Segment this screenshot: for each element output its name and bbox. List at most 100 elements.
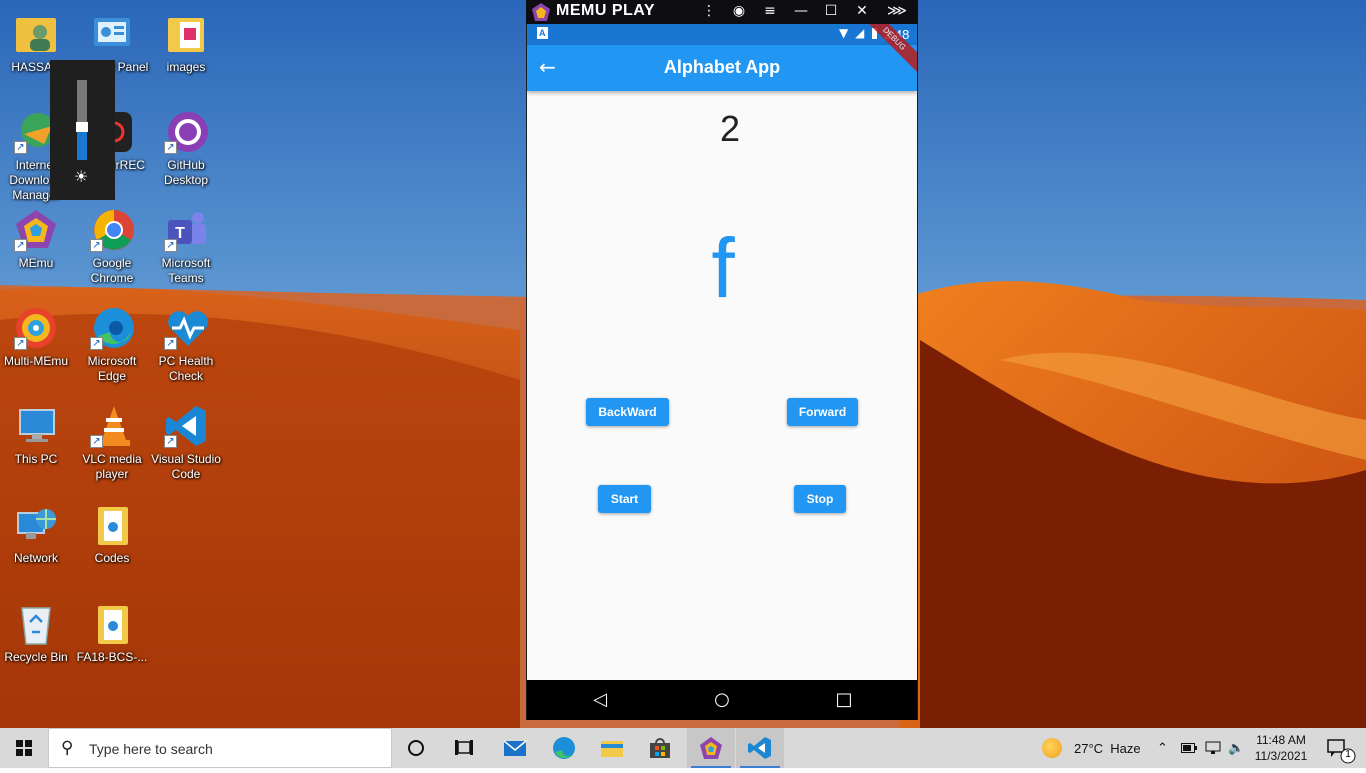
taskbar-memu[interactable] <box>687 728 735 768</box>
teams-icon: T ↗ <box>164 208 208 252</box>
memu-menu-icon[interactable]: ⋮ <box>694 0 724 24</box>
memu-titlebar: MEMU PLAY ⋮ ◉ ≡ — ☐ ✕ ⋙ <box>526 0 918 24</box>
desktop-icon-label: This PC <box>14 452 58 466</box>
memu-icon <box>700 737 722 759</box>
wifi-icon: ▼ <box>839 26 849 40</box>
stop-button[interactable]: Stop <box>794 485 846 513</box>
taskbar-clock[interactable]: 11:48 AM 11/3/2021 <box>1246 732 1316 764</box>
clock-date: 11/3/2021 <box>1254 749 1308 763</box>
store-icon <box>650 738 670 758</box>
desktop-icon-label: Recycle Bin <box>4 650 68 664</box>
desktop-icon-edge[interactable]: ↗ Microsoft Edge <box>76 300 148 390</box>
nav-home-icon[interactable]: ○ <box>697 680 747 720</box>
desktop-icon-pc-health-check[interactable]: ↗ PC Health Check <box>150 300 222 390</box>
show-hidden-icons-button[interactable]: ⌃ <box>1157 728 1168 768</box>
desktop-icon-label: VLC media player <box>82 452 142 481</box>
recycle-bin-icon <box>14 602 58 646</box>
taskbar-store[interactable] <box>636 728 684 768</box>
desktop-icon-multi-memu[interactable]: ↗ Multi-MEmu <box>0 300 72 390</box>
search-placeholder: Type here to search <box>89 741 213 757</box>
desktop-icon-label: Codes <box>94 551 130 565</box>
shortcut-arrow-icon: ↗ <box>14 239 27 252</box>
desktop-icon-codes[interactable]: Codes <box>76 497 148 587</box>
desktop-icon-label: Microsoft Edge <box>87 354 137 383</box>
task-view-icon <box>455 740 473 755</box>
control-panel-icon <box>90 12 134 56</box>
vscode-icon: ↗ <box>164 404 208 448</box>
edge-icon <box>553 737 575 759</box>
multi-memu-icon: ↗ <box>14 306 58 350</box>
notification-icon: A <box>537 27 548 39</box>
desktop-icon-label: Google Chrome <box>90 256 134 285</box>
shortcut-arrow-icon: ↗ <box>14 141 27 154</box>
network-icon <box>14 503 58 547</box>
taskbar: ⚲ Type here to search 27°C Haze ⌃ 🔈 11:4… <box>0 728 1366 768</box>
taskbar-search-box[interactable]: ⚲ Type here to search <box>48 728 392 768</box>
desktop-icon-teams[interactable]: T ↗ Microsoft Teams <box>150 202 222 292</box>
start-button[interactable] <box>0 728 48 768</box>
brightness-slider-thumb[interactable] <box>76 122 88 132</box>
weather-text: 27°C Haze <box>1074 740 1141 756</box>
desktop-icon-label: Visual Studio Code <box>151 452 221 481</box>
chrome-icon: ↗ <box>90 208 134 252</box>
desktop-icon-vlc[interactable]: ↗ VLC media player <box>76 398 148 488</box>
desktop-icon-chrome[interactable]: ↗ Google Chrome <box>76 202 148 292</box>
forward-button[interactable]: Forward <box>787 398 858 426</box>
desktop-icon-recycle-bin[interactable]: Recycle Bin <box>0 596 72 686</box>
close-button[interactable]: ✕ <box>847 0 877 24</box>
brightness-slider[interactable] <box>76 80 88 160</box>
desktop-icon-label: PC Health Check <box>158 354 214 383</box>
app-bar: ← Alphabet App <box>527 45 917 91</box>
volume-muted-icon[interactable]: 🔈 <box>1228 728 1244 768</box>
desktop-icon-label: Microsoft Teams <box>161 256 211 285</box>
desktop-icon-vscode[interactable]: ↗ Visual Studio Code <box>150 398 222 488</box>
minimize-button[interactable]: — <box>786 0 816 24</box>
shortcut-arrow-icon: ↗ <box>164 435 177 448</box>
signal-icon: ◢ <box>855 26 865 40</box>
action-center-button[interactable]: 1 <box>1320 728 1366 768</box>
user-folder-icon <box>14 12 58 56</box>
weather-widget[interactable]: 27°C Haze <box>1042 728 1141 768</box>
github-icon: ↗ <box>164 110 208 154</box>
taskbar-vscode[interactable] <box>736 728 784 768</box>
taskbar-edge[interactable] <box>540 728 588 768</box>
shortcut-arrow-icon: ↗ <box>14 337 27 350</box>
memu-account-icon[interactable]: ◉ <box>724 0 754 24</box>
desktop-icon-label: GitHub Desktop <box>163 158 209 187</box>
edge-icon: ↗ <box>90 306 134 350</box>
folder-icon <box>164 12 208 56</box>
shortcut-arrow-icon: ↗ <box>164 337 177 350</box>
mail-icon <box>503 740 527 756</box>
nav-back-icon[interactable]: ◁ <box>575 680 625 720</box>
android-status-bar: A ▼ ◢ 2:48 <box>527 24 917 45</box>
vlc-icon: ↗ <box>90 404 134 448</box>
app-title: Alphabet App <box>663 57 781 77</box>
android-nav-bar: ◁ ○ □ <box>527 680 917 720</box>
desktop-icon-fa18-bcs[interactable]: FA18-BCS-... <box>76 596 148 686</box>
desktop-icon-this-pc[interactable]: This PC <box>0 398 72 488</box>
backward-button[interactable]: BackWard <box>586 398 669 426</box>
desktop-icon-github-desktop[interactable]: ↗ GitHub Desktop <box>150 104 222 194</box>
memu-logo-icon <box>532 3 550 21</box>
counter-value: 2 <box>719 108 741 149</box>
brightness-slider-fill <box>77 132 87 160</box>
desktop-icon-network[interactable]: Network <box>0 497 72 587</box>
zip-folder-icon <box>90 503 134 547</box>
brightness-flyout: ☀ <box>50 60 115 200</box>
taskbar-mail[interactable] <box>491 728 539 768</box>
start-button[interactable]: Start <box>598 485 651 513</box>
maximize-button[interactable]: ☐ <box>816 0 846 24</box>
desktop-icon-memu[interactable]: ↗ MEmu <box>0 202 72 292</box>
computer-icon <box>14 404 58 448</box>
clock-time: 11:48 AM <box>1256 733 1306 747</box>
memu-hamburger-icon[interactable]: ≡ <box>755 0 785 24</box>
memu-sidebar-toggle-icon[interactable]: ⋙ <box>882 0 912 24</box>
nav-recents-icon[interactable]: □ <box>819 680 869 720</box>
cortana-button[interactable] <box>392 728 440 768</box>
battery-icon[interactable] <box>1181 728 1197 768</box>
desktop-icon-images[interactable]: images <box>150 6 222 96</box>
network-icon[interactable] <box>1205 728 1221 768</box>
task-view-button[interactable] <box>440 728 488 768</box>
memu-window: MEMU PLAY ⋮ ◉ ≡ — ☐ ✕ ⋙ A ▼ ◢ 2:48 ← Alp… <box>526 0 918 720</box>
taskbar-file-explorer[interactable] <box>588 728 636 768</box>
